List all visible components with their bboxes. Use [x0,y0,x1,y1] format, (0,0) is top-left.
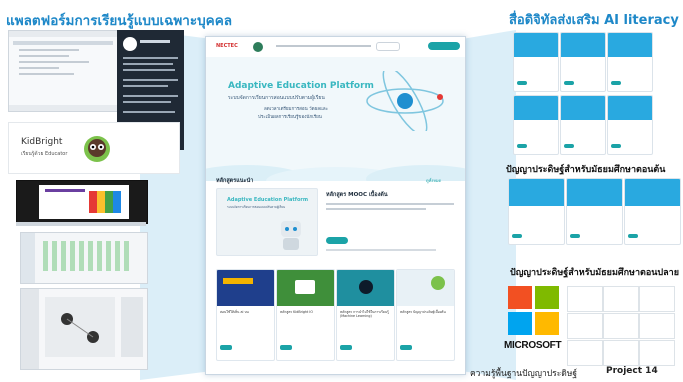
language-select[interactable] [376,42,400,51]
hero-line-2: ประเมินผลการเรียนรู้ของนักเรียน [258,115,322,120]
module-thumb-3[interactable] [639,286,675,312]
featured-box-title: Adaptive Education Platform [227,197,309,203]
course-card-3[interactable]: หลักสูตร การนำไปใช้ในการเรียนรู้ (Machin… [336,269,395,361]
section-secondary-title: ปัญญาประดิษฐ์สำหรับมัธยมศึกษาตอนปลาย [510,268,679,278]
ai-card-4[interactable] [513,95,559,155]
microsoft-logo-icon [508,286,559,335]
screenshot-block-editor [20,232,148,284]
platform-website: NECTEC Adaptive Education Platform ระบบจ… [205,36,466,375]
module-thumb-7[interactable] [567,340,603,366]
course-card-1-title: สอนใช้ให้เห็น ai บน [220,309,249,314]
ai-card-7[interactable] [508,178,565,245]
featured-course-image[interactable]: Adaptive Education Platform ระบบจัดการเร… [216,188,318,256]
ai-card-9[interactable] [624,178,681,245]
project-label: Project 14 [606,366,658,376]
featured-desc-line [326,203,454,205]
featured-desc-line-2 [326,208,426,210]
left-heading: แพลตฟอร์มการเรียนรู้แบบเฉพาะบุคคล [6,13,232,29]
screenshot-robot-sim [20,288,148,370]
nectec-logo: NECTEC [216,43,238,49]
nav-links[interactable] [276,45,371,47]
hero-line-1: ลดเวลาเตรียมการสอน วัดผลและ [264,107,329,112]
course-card-4-title: หลักสูตร ปัญญาประดิษฐ์เบื้องต้น [400,309,446,314]
ai-card-6[interactable] [607,95,653,155]
module-thumb-1[interactable] [567,286,603,312]
module-thumb-2[interactable] [603,286,639,312]
course-card-2-title: หลักสูตร KidBright IO [280,309,313,314]
atom-illustration-icon [366,71,444,131]
module-thumb-6[interactable] [639,313,675,339]
ai-card-8[interactable] [566,178,623,245]
section-elementary-title: ปัญญาประดิษฐ์สำหรับมัธยมศึกษาตอนต้น [506,165,666,175]
hero-section: Adaptive Education Platform ระบบจัดการเร… [206,57,465,181]
course-card-1[interactable]: สอนใช้ให้เห็น ai บน [216,269,275,361]
module-thumb-8[interactable] [603,340,639,366]
hero-subtitle: ระบบจัดการเรียนการสอนแบบปรับตามผู้เรียน [228,95,325,101]
bottom-caption: ความรู้พื้นฐานปัญญาประดิษฐ์ [470,369,578,379]
ai-card-5[interactable] [560,95,606,155]
video-progress-bar [16,222,146,226]
kidbright-subtitle: เรียนรู้ด้วย Educator [21,151,68,157]
section-recommended-title: หลักสูตรแนะนำ [216,178,254,184]
ai-card-1[interactable] [513,32,559,92]
screenshot-quiz-editor [8,30,118,112]
featured-course-button[interactable] [326,237,348,244]
course-card-3-title: หลักสูตร การนำไปใช้ในการเรียนรู้ (Machin… [340,309,389,318]
module-thumb-9[interactable] [639,340,675,366]
ai-card-3[interactable] [607,32,653,92]
featured-box-subtitle: ระบบจัดการเรียนการสอนแบบปรับตามผู้เรียน [227,205,286,209]
site-navbar: NECTEC [206,37,465,57]
mascot-icon [84,136,110,162]
module-thumb-4[interactable] [567,313,603,339]
emblem-icon [253,42,263,52]
robot-icon [281,221,301,250]
featured-meta [326,249,436,251]
featured-course-heading: หลักสูตร MOOC เบื้องต้น [326,192,388,198]
hero-title: Adaptive Education Platform [228,81,374,91]
course-card-4[interactable]: หลักสูตร ปัญญาประดิษฐ์เบื้องต้น [396,269,455,361]
right-heading: สื่อดิจิทัลส่งเสริม AI literacy [509,13,679,28]
login-button[interactable] [428,42,460,50]
course-card-2[interactable]: หลักสูตร KidBright IO [276,269,335,361]
ai-card-2[interactable] [560,32,606,92]
kidbright-banner: KidBright เรียนรู้ด้วย Educator [8,122,180,174]
module-thumb-5[interactable] [603,313,639,339]
microsoft-wordmark: MICROSOFT [504,340,562,351]
see-all-link[interactable]: ดูทั้งหมด [426,177,441,184]
screenshot-video-lesson [16,180,148,224]
kidbright-name: KidBright [21,137,63,147]
